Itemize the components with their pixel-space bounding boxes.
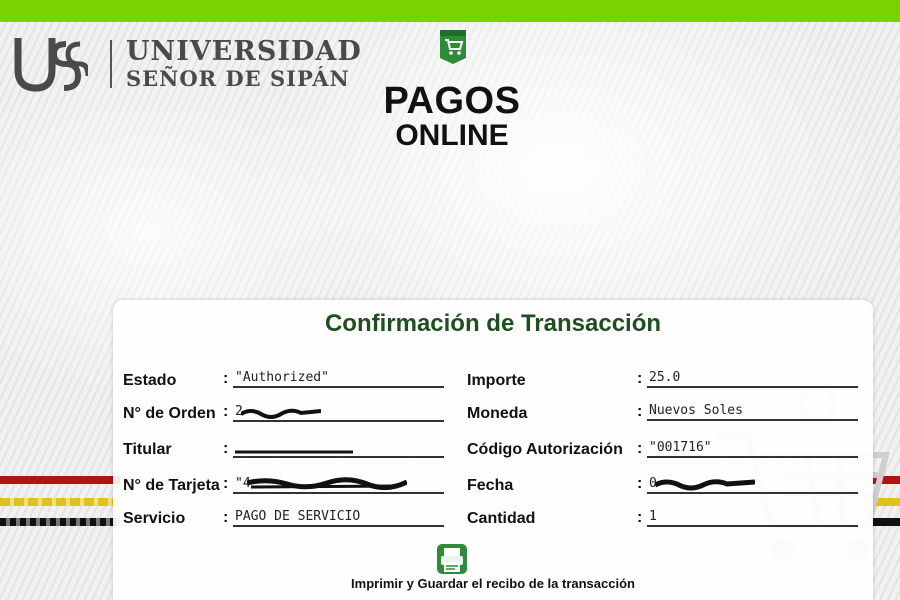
colon: : [223,370,229,387]
value-tarjeta: "4 [233,476,444,494]
stripe-yellow-left [0,498,120,506]
label-servicio: Servicio [123,510,186,527]
shopping-cart-icon [440,30,466,64]
value-orden: 2 [233,404,444,422]
redaction-scribble [247,477,407,490]
colon: : [637,509,643,526]
university-logo: UNIVERSIDAD SEÑOR DE SIPÁN [14,34,364,94]
label-orden: N° de Orden [123,405,216,422]
stripe-black-left [0,518,120,526]
colon: : [637,370,643,387]
colon: : [223,440,229,457]
value-cantidad: 1 [647,509,858,527]
label-fecha: Fecha [467,477,514,494]
label-tarjeta: N° de Tarjeta [123,477,220,494]
redaction-scribble [241,408,321,419]
value-fecha: 0 [647,476,858,494]
top-accent-bar [0,0,900,22]
colon: : [637,440,643,457]
colon: : [223,403,229,420]
colon: : [637,475,643,492]
page-title-line1: PAGOS [383,80,521,122]
value-codigo-autorizacion: "001716" [647,440,858,458]
label-titular: Titular [123,441,172,458]
logo-text-line1: UNIVERSIDAD [126,36,362,67]
redaction-scribble [655,479,755,491]
label-importe: Importe [467,372,526,389]
transaction-confirmation-card: Confirmación de Transacción Estado : "Au… [113,300,873,600]
label-estado: Estado [123,372,177,389]
label-moneda: Moneda [467,405,528,422]
value-servicio: PAGO DE SERVICIO [233,509,444,527]
value-titular [233,440,444,458]
value-estado: "Authorized" [233,370,444,388]
printer-icon[interactable] [433,542,473,578]
card-title: Confirmación de Transacción [324,310,662,337]
colon: : [223,509,229,526]
logo-text-line2: SEÑOR DE SIPÁN [126,66,350,91]
page-title-line2: ONLINE [395,119,509,152]
redaction-scribble [235,450,353,454]
stripe-red-left [0,476,120,484]
uss-logo-mark-icon [14,38,88,92]
logo-divider [110,40,112,88]
value-moneda: Nuevos Soles [647,403,858,421]
colon: : [637,403,643,420]
print-receipt-link[interactable]: Imprimir y Guardar el recibo de la trans… [113,576,873,591]
label-cantidad: Cantidad [467,510,536,527]
value-importe: 25.0 [647,370,858,388]
label-codigo-autorizacion: Código Autorización [467,441,623,458]
colon: : [223,475,229,492]
